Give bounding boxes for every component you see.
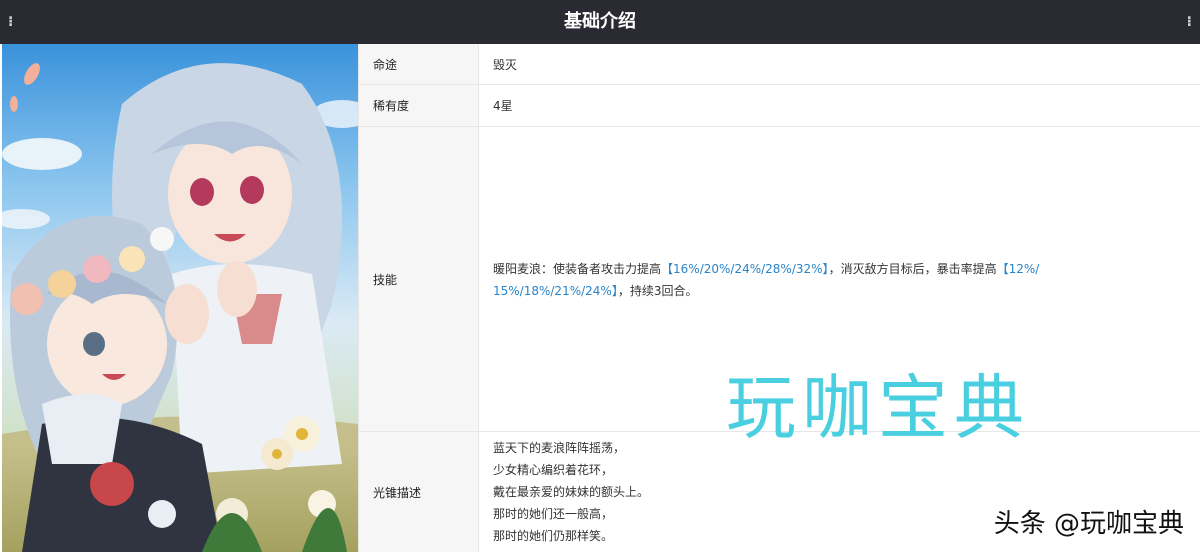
source-credit: 头条 @玩咖宝典 [993,509,1184,539]
light-cone-artwork [2,44,358,552]
table-row-rarity: 稀有度 4星 [359,85,1200,127]
watermark: 玩咖宝典 [726,367,1030,449]
row-label: 技能 [359,127,479,431]
section-title: 基础介绍 [564,11,636,32]
row-value: 毁灭 [493,57,518,72]
description-line: 戴在最亲爱的妹妹的额头上。 [493,485,650,499]
description-line: 少女精心编织着花环， [493,463,614,477]
skill-highlight-attack: 【16%/20%/24%/28%/32%】 [661,262,829,276]
description-text: 蓝天下的麦浪阵阵摇荡， 少女精心编织着花环， 戴在最亲爱的妹妹的额头上。 那时的… [493,437,649,547]
row-label: 命途 [359,44,479,84]
skill-suffix: ，持续3回合。 [617,284,698,298]
header-left-mark: ⁝ [8,14,14,30]
header-right-mark: ⁝ [1186,14,1192,30]
skill-text: 暖阳麦浪：使装备者攻击力提高【16%/20%/24%/28%/32%】，消灭敌方… [493,258,1053,302]
skill-prefix: 暖阳麦浪：使装备者攻击力提高 [493,262,662,276]
table-row-path: 命途 毁灭 [359,44,1200,85]
description-line: 那时的她们还一般高， [493,507,614,521]
row-label: 光锥描述 [359,432,479,552]
description-line: 蓝天下的麦浪阵阵摇荡， [493,441,626,455]
skill-middle: ，消灭敌方目标后，暴击率提高 [828,262,997,276]
description-line: 那时的她们仍那样笑。 [493,529,614,543]
info-table: 命途 毁灭 稀有度 4星 技能 暖阳麦浪：使装备者攻击力提高【16%/20%/2… [358,44,1200,552]
section-header: ⁝ 基础介绍 ⁝ [0,0,1200,44]
row-label: 稀有度 [359,85,479,126]
skill-highlight-crit-a: 【12%/ [996,262,1040,276]
row-value: 4星 [493,99,513,113]
skill-highlight-crit-b: 15%/18%/21%/24%】 [493,284,618,298]
